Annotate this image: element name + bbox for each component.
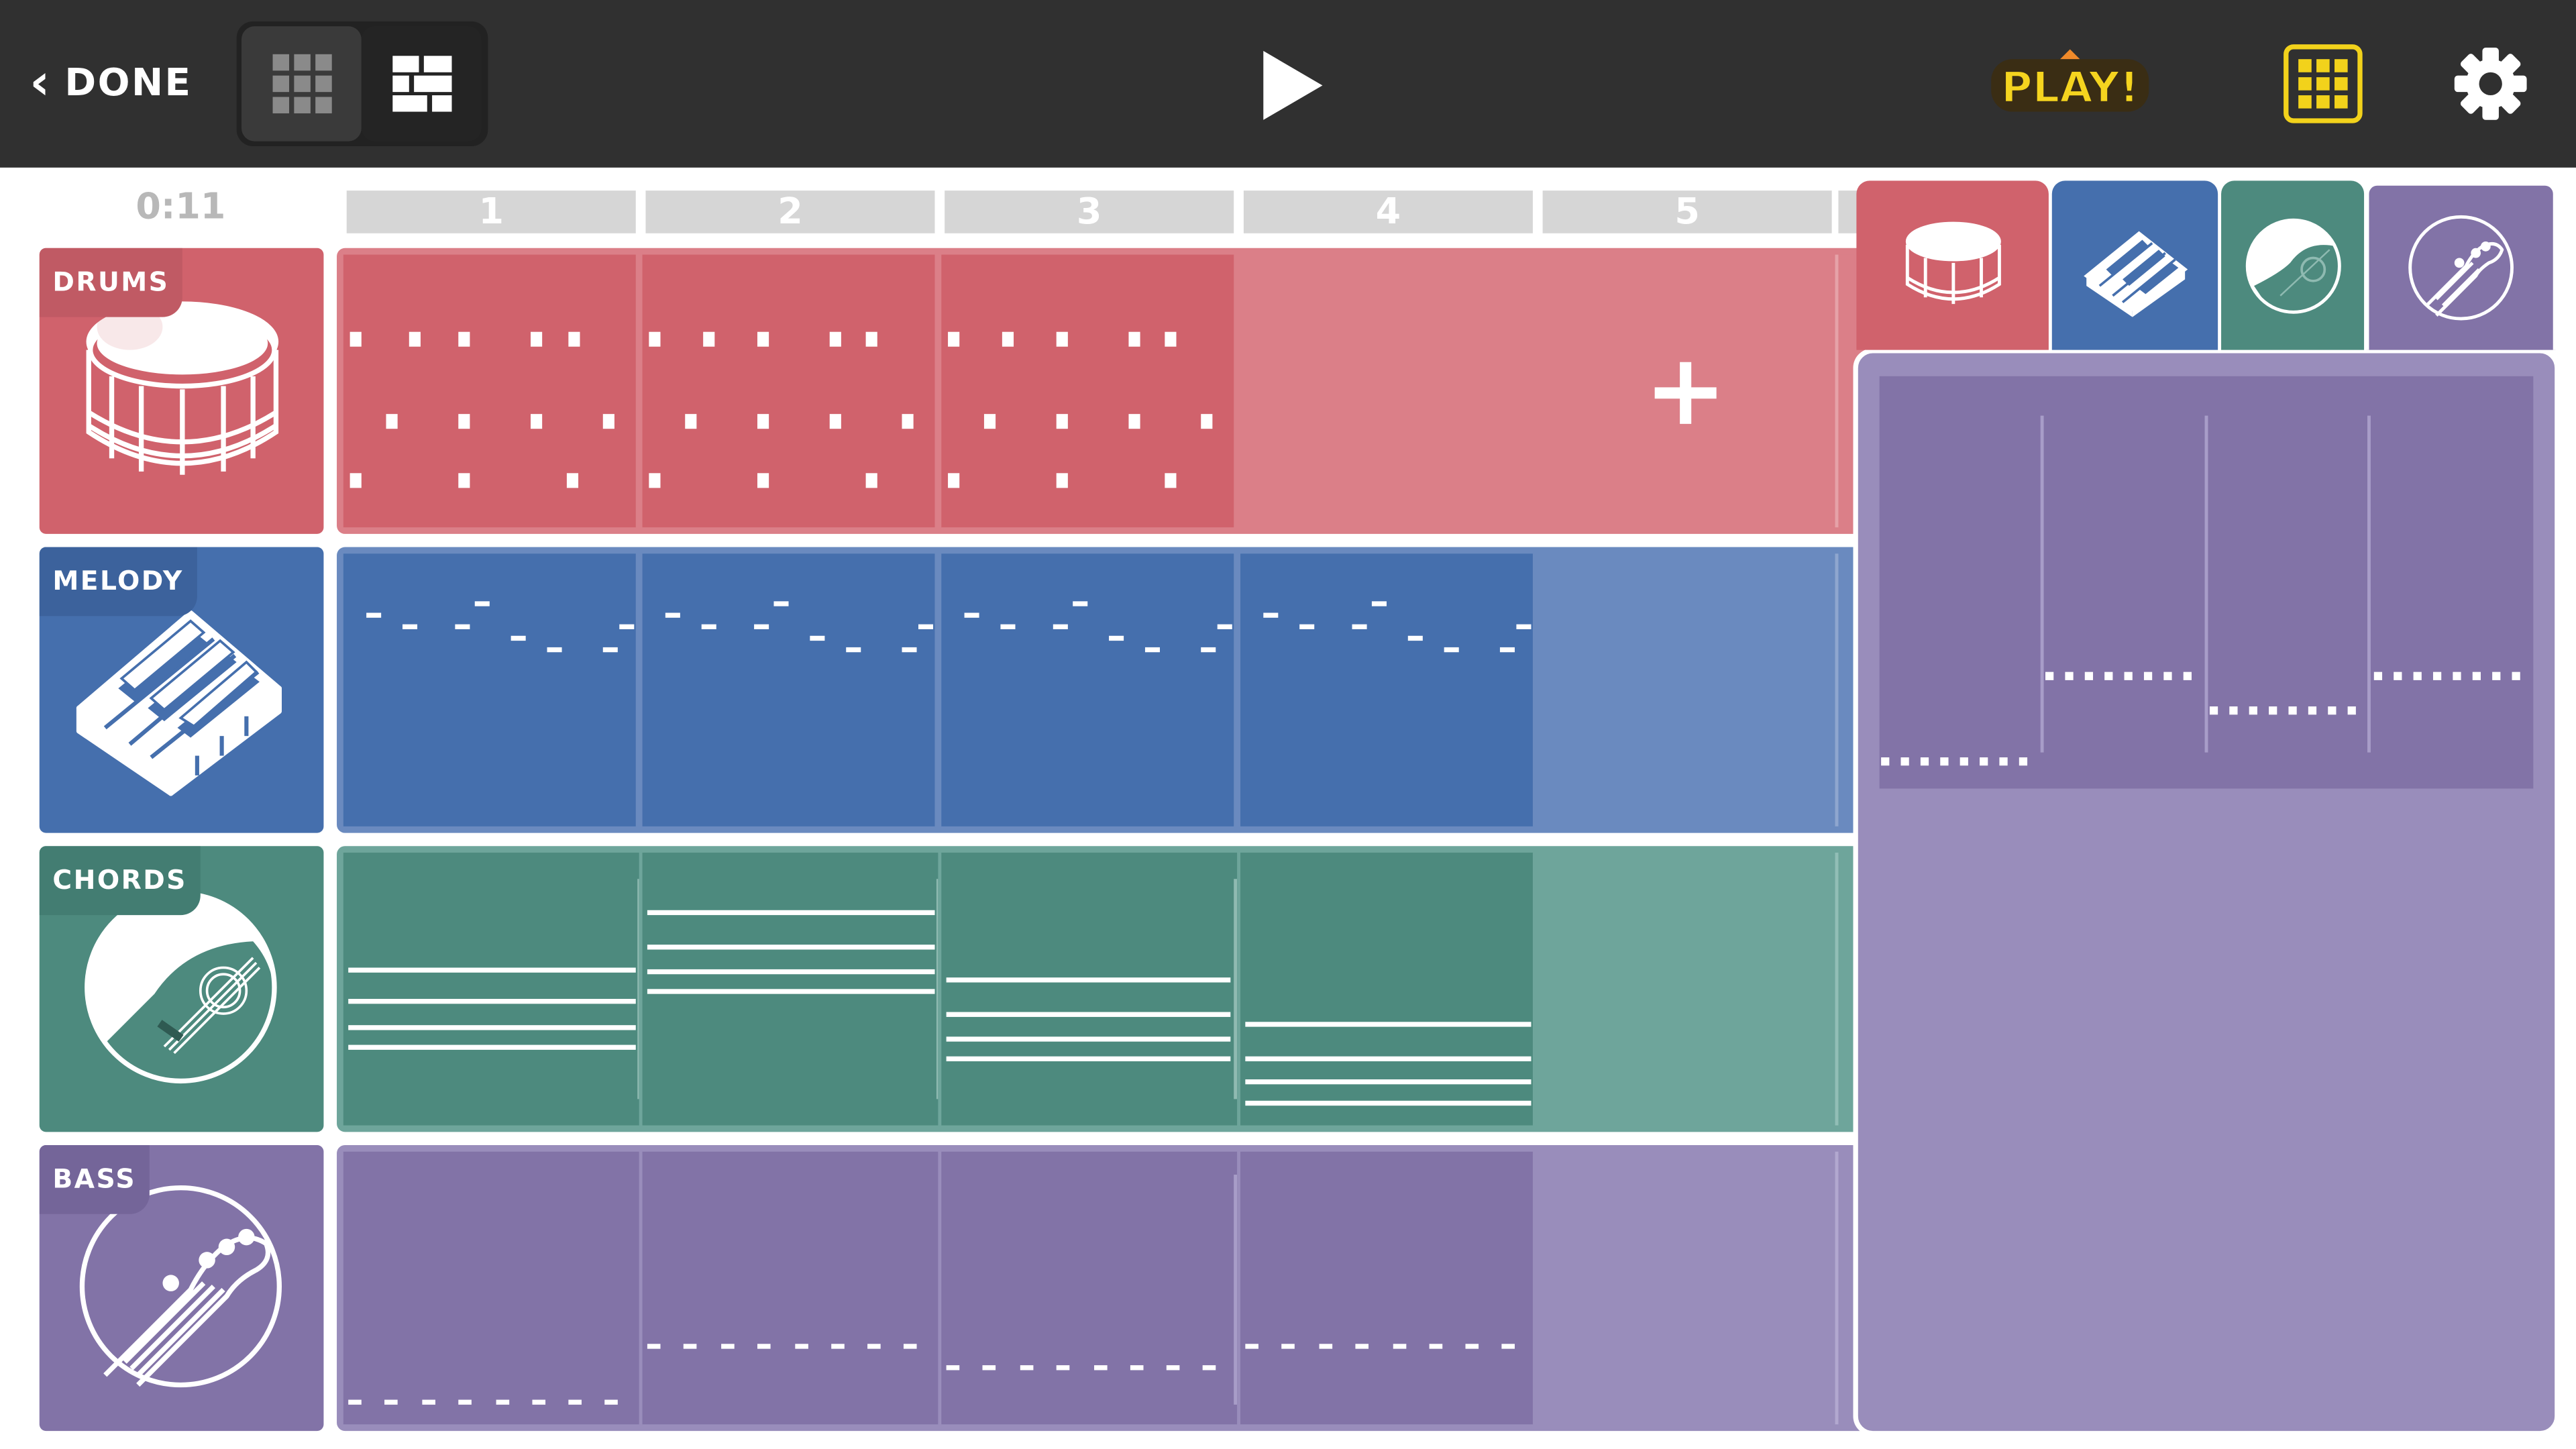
melody-empty-bar-5[interactable]	[1540, 553, 1832, 826]
drums-pattern-bar-2[interactable]	[642, 254, 935, 528]
drums-add-bar-5[interactable]: +	[1540, 255, 1832, 528]
melody-pattern-bar-2[interactable]	[642, 553, 935, 826]
list-grid-icon	[392, 56, 451, 112]
bass-pattern-bar-3[interactable]	[941, 1151, 1238, 1425]
grid-view-button[interactable]	[241, 26, 362, 142]
bass-empty-bar-5[interactable]	[1540, 1152, 1832, 1425]
bass-bar-6-partial	[1835, 1151, 1855, 1425]
bass-pattern-bar-4[interactable]	[1240, 1151, 1533, 1425]
settings-button[interactable]	[2453, 46, 2528, 122]
track-label-chords-text: CHORDS	[39, 846, 201, 916]
bar-number-3[interactable]: 3	[945, 191, 1234, 233]
top-toolbar: ‹ DONE PLAY!	[0, 0, 2576, 168]
drums-empty-bar-4[interactable]	[1240, 255, 1533, 528]
play-icon	[1263, 50, 1323, 120]
track-label-bass-text: BASS	[39, 1144, 150, 1214]
drums-pattern-bar-1[interactable]	[343, 254, 636, 528]
small-grid-icon	[272, 54, 331, 113]
track-label-bass[interactable]: BASS	[39, 1144, 324, 1432]
bass-pattern-bar-1[interactable]	[343, 1151, 639, 1425]
bass-guitar-headstock-icon	[2408, 215, 2514, 321]
panel-tab-melody[interactable]	[2051, 180, 2218, 350]
track-label-melody-text: MELODY	[39, 547, 197, 616]
panel-tab-bass[interactable]	[2364, 180, 2559, 350]
bass-pattern-bar-2[interactable]	[642, 1151, 938, 1425]
chords-pattern-bar-4[interactable]	[1240, 853, 1533, 1126]
playback-time: 0:11	[136, 187, 226, 229]
play-logo-icon: PLAY!	[1991, 49, 2149, 113]
bar-number-4[interactable]: 4	[1243, 191, 1533, 233]
panel-tab-drums[interactable]	[1856, 180, 2049, 350]
grid-icon	[2298, 59, 2348, 109]
acoustic-guitar-icon	[2245, 217, 2341, 313]
chevron-left-icon: ‹	[30, 54, 52, 112]
piano-keys-icon	[2082, 230, 2187, 317]
view-mode-toggle	[236, 21, 488, 146]
melody-pattern-bar-4[interactable]	[1240, 553, 1533, 826]
play-button[interactable]	[1255, 46, 1328, 125]
done-button[interactable]: ‹ DONE	[30, 49, 192, 118]
bar-number-2[interactable]: 2	[645, 191, 935, 233]
chords-pattern-bar-3[interactable]	[941, 853, 1238, 1126]
bar-number-5[interactable]: 5	[1542, 191, 1832, 233]
chords-pattern-bar-1[interactable]	[343, 853, 639, 1126]
track-label-drums-text: DRUMS	[39, 248, 182, 317]
bar-number-1[interactable]: 1	[346, 191, 636, 233]
chords-bar-6-partial	[1835, 853, 1855, 1126]
track-label-chords[interactable]: CHORDS	[39, 846, 324, 1132]
add-pattern-icon: +	[1644, 333, 1727, 449]
chords-pattern-bar-2[interactable]	[642, 853, 938, 1126]
track-label-melody[interactable]: MELODY	[39, 547, 324, 833]
gear-icon	[2454, 48, 2527, 120]
done-label: DONE	[64, 62, 193, 105]
bar-number-6-partial	[1838, 191, 1858, 233]
bass-note-editor[interactable]	[1879, 376, 2534, 789]
track-view-button[interactable]	[361, 26, 482, 142]
track-label-drums[interactable]: DRUMS	[39, 248, 324, 534]
melody-bar-6-partial	[1835, 553, 1855, 826]
app-screen: ‹ DONE PLAY! 0:11 1 2 3 4 5 DRUMS MELODY…	[0, 0, 2576, 1449]
snare-drum-icon	[1904, 221, 2000, 303]
panel-tab-chords[interactable]	[2221, 180, 2365, 350]
sequencer-grid-button[interactable]	[2284, 44, 2363, 123]
melody-pattern-bar-1[interactable]	[343, 553, 636, 826]
melody-pattern-bar-3[interactable]	[941, 553, 1234, 826]
play-logo-text: PLAY!	[2001, 63, 2139, 113]
drums-pattern-bar-3[interactable]	[941, 254, 1234, 528]
play-logo-button[interactable]: PLAY!	[1988, 49, 2152, 118]
bass-pattern-preview	[1881, 415, 2520, 766]
drums-bar-6-partial	[1835, 254, 1855, 528]
chords-empty-bar-5[interactable]	[1540, 853, 1832, 1126]
